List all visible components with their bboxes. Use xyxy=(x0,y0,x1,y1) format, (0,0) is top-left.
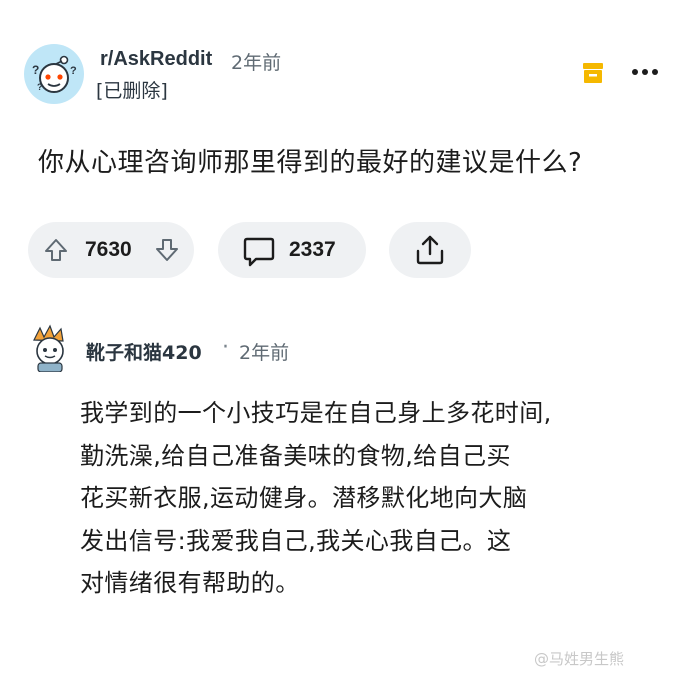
comment-count: 2337 xyxy=(289,238,336,261)
comment-line: 花买新衣服,运动健身。潜移默化地向大脑 xyxy=(80,484,528,512)
subreddit-name[interactable]: r/AskReddit xyxy=(100,48,212,71)
vote-count: 7630 xyxy=(85,238,132,261)
svg-text:?: ? xyxy=(70,65,77,77)
post-time: 2年前 xyxy=(231,52,282,74)
comment-line: 发出信号:我爱我自己,我关心我自己。这 xyxy=(80,526,512,555)
commenter-avatar-icon[interactable] xyxy=(28,324,72,373)
subreddit-avatar-icon[interactable]: ? ? ? xyxy=(24,44,84,104)
comment-line: 我学到的一个小技巧是在自己身上多花时间, xyxy=(80,399,552,427)
separator-dot: · xyxy=(222,335,229,360)
comment-body: 我学到的一个小技巧是在自己身上多花时间, 勤洗澡,给自己准备美味的食物,给自己买… xyxy=(80,392,660,605)
share-button[interactable] xyxy=(389,222,471,278)
comment-bubble-icon xyxy=(243,237,275,267)
upvote-icon[interactable] xyxy=(43,237,69,263)
svg-text:?: ? xyxy=(37,82,43,92)
comments-button[interactable]: 2337 xyxy=(218,222,366,278)
commenter-name[interactable]: 靴子和猫420 xyxy=(86,338,202,365)
save-icon[interactable] xyxy=(580,60,606,86)
post-author[interactable]: [已删除] xyxy=(96,76,168,103)
comment-line: 勤洗澡,给自己准备美味的食物,给自己买 xyxy=(80,441,511,470)
svg-text:?: ? xyxy=(32,63,39,77)
watermark: @马姓男生熊 xyxy=(534,650,625,668)
post-title[interactable]: 你从心理咨询师那里得到的最好的建议是什么? xyxy=(38,142,582,179)
share-icon xyxy=(416,235,444,265)
vote-bar: 7630 xyxy=(28,222,194,278)
downvote-icon[interactable] xyxy=(154,237,180,263)
comment-time: 2年前 xyxy=(239,342,290,364)
more-options-icon[interactable] xyxy=(630,64,660,80)
comment-line: 对情绪很有帮助的。 xyxy=(80,569,300,597)
post-header: ? ? ? r/AskReddit 2年前 [已删除] xyxy=(24,42,666,106)
